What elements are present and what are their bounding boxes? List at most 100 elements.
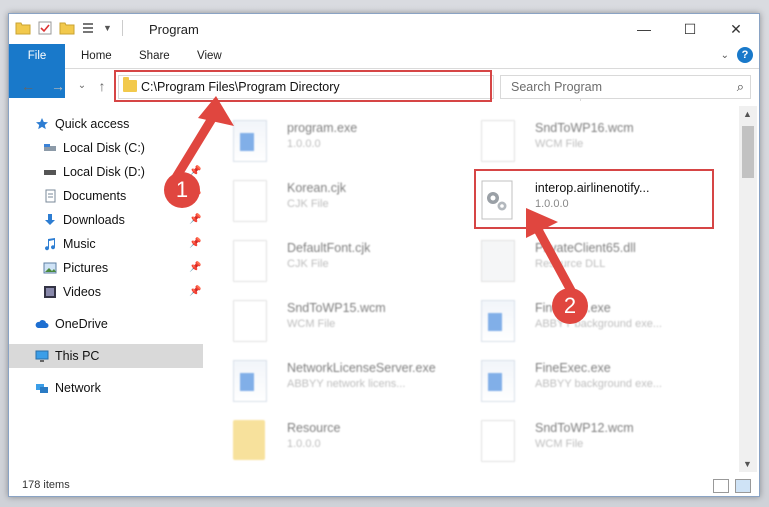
scrollbar-thumb[interactable] <box>742 126 754 178</box>
file-name: SndToWP16.wcm <box>535 121 634 135</box>
sidebar-item-onedrive[interactable]: OneDrive <box>9 312 203 336</box>
up-button[interactable]: ↑ <box>93 76 111 96</box>
sidebar-item-this-pc[interactable]: This PC <box>9 344 203 368</box>
file-detail: WCM File <box>287 318 336 330</box>
file-item[interactable]: DefaultFont.cjk CJK File <box>205 234 435 288</box>
close-button[interactable]: ✕ <box>713 14 759 44</box>
status-bar: 178 items <box>9 474 759 496</box>
cloud-icon <box>35 320 49 328</box>
pin-icon[interactable]: 📌 <box>189 256 201 280</box>
new-folder-icon[interactable] <box>59 20 75 36</box>
step1-badge: 1 <box>164 172 200 208</box>
sidebar-item-label: Local Disk (D:) <box>63 165 145 179</box>
file-name: FineExec.exe <box>535 361 611 375</box>
file-name: SndToWP12.wcm <box>535 421 634 435</box>
file-detail: 1.0.0.0 <box>287 438 321 450</box>
pictures-icon <box>43 262 57 274</box>
sidebar-item-videos[interactable]: Videos 📌 <box>9 280 203 304</box>
file-detail: CJK File <box>287 258 329 270</box>
drive-icon <box>44 144 56 151</box>
vertical-scrollbar[interactable]: ▲ ▼ <box>739 106 757 472</box>
title-separator <box>121 20 123 36</box>
window-title: Program <box>149 22 199 37</box>
back-button[interactable]: ← <box>19 76 37 96</box>
file-name: SndToWP15.wcm <box>287 301 386 315</box>
sidebar-item-label: Videos <box>63 285 101 299</box>
chevron-down-icon[interactable]: ▼ <box>103 23 112 33</box>
documents-icon <box>45 189 56 203</box>
videos-icon <box>44 286 56 298</box>
download-icon <box>45 214 55 225</box>
folder-icon <box>233 420 265 460</box>
sidebar-item-label: Local Disk (C:) <box>63 141 145 155</box>
help-button[interactable]: ? <box>737 47 753 63</box>
sidebar-item-music[interactable]: Music 📌 <box>9 232 203 256</box>
file-detail: ABBYY network licens... <box>287 378 406 390</box>
file-item[interactable]: SndToWP16.wcm WCM File <box>453 114 683 168</box>
document-file-icon <box>233 240 267 282</box>
sidebar-item-label: OneDrive <box>55 317 108 331</box>
file-item[interactable]: FineExec.exe ABBYY background exe... <box>453 354 683 408</box>
maximize-button[interactable]: ☐ <box>667 14 713 44</box>
file-detail: ABBYY background exe... <box>535 378 662 390</box>
file-name: program.exe <box>287 121 358 135</box>
file-detail: 1.0.0.0 <box>287 138 321 150</box>
scroll-up-icon[interactable]: ▲ <box>743 109 752 119</box>
ribbon-right: ⌄ ? <box>721 47 753 63</box>
sidebar-item-downloads[interactable]: Downloads 📌 <box>9 208 203 232</box>
file-detail: WCM File <box>535 138 584 150</box>
tab-share[interactable]: Share <box>129 44 180 68</box>
sidebar-item-network[interactable]: Network <box>9 376 203 400</box>
forward-button[interactable]: → <box>49 76 67 96</box>
search-icon[interactable]: ⌕ <box>737 79 744 95</box>
file-detail: WCM File <box>535 438 584 450</box>
sidebar-item-label: Quick access <box>55 117 130 131</box>
document-file-icon <box>481 120 515 162</box>
sidebar-item-label: Documents <box>63 189 127 203</box>
tab-home[interactable]: Home <box>71 44 122 68</box>
large-icons-view-icon[interactable] <box>735 479 751 493</box>
properties-icon[interactable] <box>37 20 53 36</box>
star-icon <box>36 118 48 130</box>
file-list: program.exe 1.0.0.0 SndToWP16.wcm WCM Fi… <box>205 106 739 472</box>
minimize-button[interactable]: — <box>621 14 667 44</box>
exe-file-icon <box>481 360 515 402</box>
sidebar-item-pictures[interactable]: Pictures 📌 <box>9 256 203 280</box>
customize-toolbar-icon[interactable] <box>81 20 97 36</box>
sidebar-item-label: Network <box>55 381 101 395</box>
recent-locations-button[interactable]: ⌄ <box>73 76 91 96</box>
computer-icon <box>35 350 49 362</box>
file-name: NetworkLicenseServer.exe <box>287 361 436 375</box>
file-item[interactable]: Resource 1.0.0.0 <box>205 414 435 468</box>
pin-icon[interactable]: 📌 <box>189 232 201 256</box>
window-controls: — ☐ ✕ <box>621 14 759 44</box>
sidebar-item-label: Pictures <box>63 261 109 275</box>
expand-ribbon-icon[interactable]: ⌄ <box>721 50 729 61</box>
scroll-down-icon[interactable]: ▼ <box>743 459 752 469</box>
document-file-icon <box>233 300 267 342</box>
exe-file-icon <box>481 300 515 342</box>
tab-view[interactable]: View <box>187 44 232 68</box>
file-item[interactable]: SndToWP15.wcm WCM File <box>205 294 435 348</box>
music-icon <box>45 238 56 251</box>
sidebar-item-label: Music <box>63 237 96 251</box>
search-input[interactable]: Search Program <box>511 80 602 94</box>
folder-icon[interactable] <box>15 20 31 36</box>
file-name: Korean.cjk <box>287 181 347 195</box>
file-detail: ABBYY background exe... <box>535 318 662 330</box>
details-view-icon[interactable] <box>713 479 729 493</box>
pin-icon[interactable]: 📌 <box>189 208 201 232</box>
file-name: DefaultFont.cjk <box>287 241 371 255</box>
search-box[interactable]: Search Program ⌕ <box>500 75 751 99</box>
file-item[interactable]: NetworkLicenseServer.exe ABBYY network l… <box>205 354 436 408</box>
sidebar-item-label: This PC <box>55 349 100 363</box>
pin-icon[interactable]: 📌 <box>189 280 201 304</box>
ribbon-tabs: File Home Share View ⌄ ? <box>9 44 759 98</box>
document-file-icon <box>481 420 515 462</box>
file-name: Resource <box>287 421 341 435</box>
item-count: 178 items <box>22 479 70 491</box>
file-item[interactable]: SndToWP12.wcm WCM File <box>453 414 683 468</box>
dll-file-icon <box>481 240 515 282</box>
exe-file-icon <box>233 360 267 402</box>
file-detail: CJK File <box>287 198 329 210</box>
